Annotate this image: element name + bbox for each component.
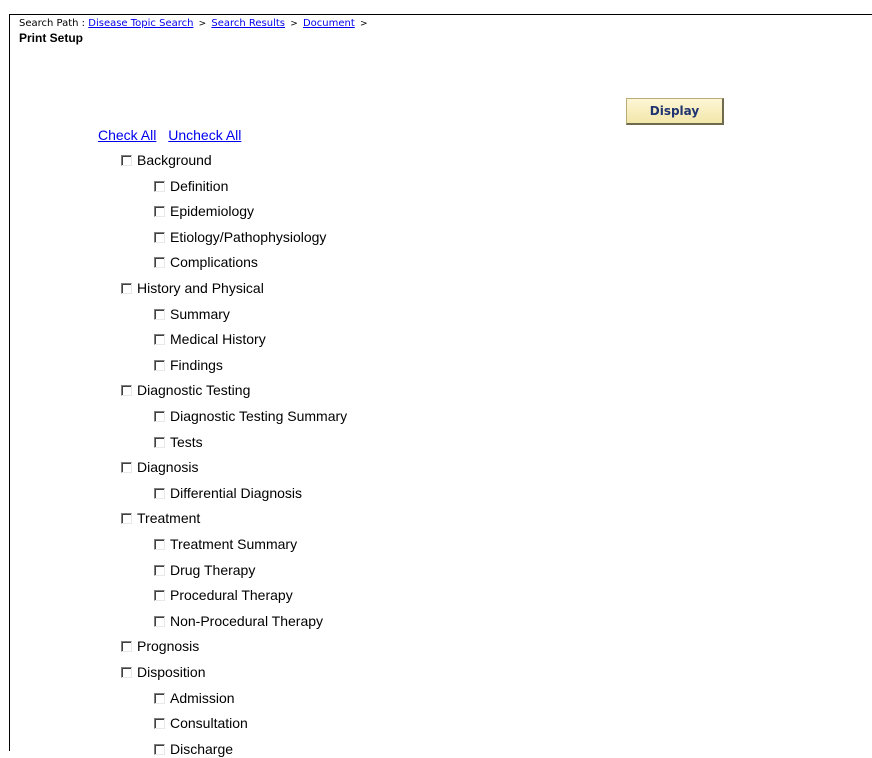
subsection-etiology-pathophysiology[interactable]: Etiology/Pathophysiology xyxy=(154,228,326,246)
checkbox-label: Etiology/Pathophysiology xyxy=(170,229,327,245)
checkbox[interactable] xyxy=(154,410,165,422)
breadcrumb-prefix: Search Path : xyxy=(19,18,86,29)
breadcrumb-link-disease-topic-search[interactable]: Disease Topic Search xyxy=(88,18,193,29)
checkbox[interactable] xyxy=(154,743,165,755)
checkbox[interactable] xyxy=(154,231,165,243)
checkbox[interactable] xyxy=(121,512,132,524)
checkbox[interactable] xyxy=(154,436,165,448)
checkbox[interactable] xyxy=(154,333,165,345)
breadcrumb-separator: > xyxy=(290,19,298,29)
checkbox-label: Treatment xyxy=(137,510,201,526)
checkbox[interactable] xyxy=(154,308,165,320)
checkbox-label: Drug Therapy xyxy=(170,562,256,578)
checkbox[interactable] xyxy=(154,692,165,704)
breadcrumb-link-document[interactable]: Document xyxy=(303,18,355,29)
checkbox-label: Disposition xyxy=(137,664,206,680)
checkbox-label: Non-Procedural Therapy xyxy=(170,613,324,629)
checkbox-label: Diagnostic Testing Summary xyxy=(170,408,348,424)
checkbox[interactable] xyxy=(154,256,165,268)
checkbox-label: Treatment Summary xyxy=(170,536,298,552)
checkbox-label: Background xyxy=(137,152,212,168)
subsection-summary[interactable]: Summary xyxy=(154,305,230,323)
subsection-consultation[interactable]: Consultation xyxy=(154,714,248,732)
checkbox-label: Tests xyxy=(170,434,203,450)
checkbox[interactable] xyxy=(154,538,165,550)
checkbox[interactable] xyxy=(154,564,165,576)
section-disposition[interactable]: Disposition xyxy=(121,663,205,681)
checkbox[interactable] xyxy=(154,487,165,499)
subsection-tests[interactable]: Tests xyxy=(154,433,203,451)
checkbox-label: Diagnostic Testing xyxy=(137,382,251,398)
checkbox[interactable] xyxy=(154,717,165,729)
section-diagnostic-testing[interactable]: Diagnostic Testing xyxy=(121,381,250,399)
checkbox-label: Discharge xyxy=(170,741,234,757)
checkbox-label: Summary xyxy=(170,306,230,322)
subsection-differential-diagnosis[interactable]: Differential Diagnosis xyxy=(154,484,302,502)
checkbox[interactable] xyxy=(154,359,165,371)
subsection-complications[interactable]: Complications xyxy=(154,253,258,271)
subsection-medical-history[interactable]: Medical History xyxy=(154,330,266,348)
checkbox-label: History and Physical xyxy=(137,280,264,296)
breadcrumb-separator: > xyxy=(359,19,368,29)
uncheck-all-link[interactable]: Uncheck All xyxy=(168,127,241,143)
checkbox[interactable] xyxy=(121,384,132,396)
check-all-link[interactable]: Check All xyxy=(98,127,156,143)
checkbox[interactable] xyxy=(121,640,132,652)
subsection-non-procedural-therapy[interactable]: Non-Procedural Therapy xyxy=(154,612,323,630)
subsection-drug-therapy[interactable]: Drug Therapy xyxy=(154,561,255,579)
checkbox[interactable] xyxy=(154,205,165,217)
subsection-diagnostic-testing-summary[interactable]: Diagnostic Testing Summary xyxy=(154,407,347,425)
subsection-epidemiology[interactable]: Epidemiology xyxy=(154,202,254,220)
breadcrumb-separator: > xyxy=(198,19,207,29)
page-title: Print Setup xyxy=(19,31,84,45)
checkbox-label: Diagnosis xyxy=(137,459,199,475)
breadcrumb-link-search-results[interactable]: Search Results xyxy=(211,18,285,29)
checkbox-label: Epidemiology xyxy=(170,203,255,219)
breadcrumb: Search Path : Disease Topic Search > Sea… xyxy=(19,18,370,30)
checkbox-label: Definition xyxy=(170,178,229,194)
checkbox[interactable] xyxy=(121,461,132,473)
checkbox-label: Procedural Therapy xyxy=(170,587,293,603)
section-background[interactable]: Background xyxy=(121,151,212,169)
section-diagnosis[interactable]: Diagnosis xyxy=(121,458,198,476)
checkbox[interactable] xyxy=(154,589,165,601)
checkbox-label: Complications xyxy=(170,254,258,270)
section-prognosis[interactable]: Prognosis xyxy=(121,637,199,655)
checkbox[interactable] xyxy=(121,282,132,294)
section-treatment[interactable]: Treatment xyxy=(121,509,200,527)
checkbox-label: Admission xyxy=(170,690,235,706)
subsection-admission[interactable]: Admission xyxy=(154,689,235,707)
checkbox-label: Prognosis xyxy=(137,638,200,654)
display-button[interactable]: Display xyxy=(626,98,724,125)
check-links: Check All Uncheck All xyxy=(98,127,249,144)
checkbox[interactable] xyxy=(154,615,165,627)
subsection-findings[interactable]: Findings xyxy=(154,356,223,374)
checkbox[interactable] xyxy=(121,666,132,678)
subsection-procedural-therapy[interactable]: Procedural Therapy xyxy=(154,586,293,604)
subsection-treatment-summary[interactable]: Treatment Summary xyxy=(154,535,297,553)
section-history-and-physical[interactable]: History and Physical xyxy=(121,279,264,297)
checkbox[interactable] xyxy=(154,180,165,192)
checkbox-label: Consultation xyxy=(170,715,248,731)
checkbox-label: Medical History xyxy=(170,331,266,347)
checkbox-label: Findings xyxy=(170,357,223,373)
checkbox-label: Differential Diagnosis xyxy=(170,485,303,501)
checkbox[interactable] xyxy=(121,154,132,166)
subsection-discharge[interactable]: Discharge xyxy=(154,740,233,758)
subsection-definition[interactable]: Definition xyxy=(154,177,228,195)
